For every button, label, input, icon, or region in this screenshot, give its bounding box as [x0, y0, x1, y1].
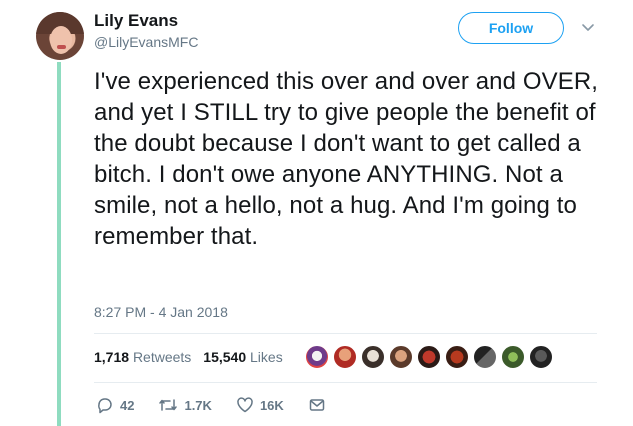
likes-label: Likes: [250, 349, 283, 365]
avatar-face: [50, 26, 72, 54]
likes-stat[interactable]: 15,540 Likes: [203, 349, 282, 365]
liker-avatar[interactable]: [444, 344, 470, 370]
thread-line: [57, 62, 61, 426]
reply-icon: [98, 398, 112, 414]
liker-avatar[interactable]: [528, 344, 554, 370]
avatar-lips: [57, 45, 66, 49]
tweet-timestamp[interactable]: 8:27 PM - 4 Jan 2018: [94, 304, 228, 320]
likes-count: 15,540: [203, 349, 247, 365]
avatar[interactable]: [36, 12, 84, 60]
tweet-text: I've experienced this over and over and …: [94, 68, 599, 250]
retweet-count: 1.7K: [184, 397, 212, 413]
liker-avatar[interactable]: [304, 344, 330, 370]
tweet-actions: 42 1.7K 16K: [96, 396, 356, 414]
retweet-action[interactable]: 1.7K: [158, 396, 212, 414]
display-name[interactable]: Lily Evans: [94, 11, 178, 31]
retweets-label: Retweets: [132, 349, 192, 365]
envelope-icon: [309, 399, 325, 411]
engagement-stats: 1,718 Retweets 15,540 Likes: [94, 349, 283, 365]
liker-avatar[interactable]: [500, 344, 526, 370]
liker-avatar[interactable]: [472, 344, 498, 370]
divider: [94, 382, 597, 383]
follow-button[interactable]: Follow: [458, 12, 564, 44]
direct-message-action[interactable]: [308, 396, 332, 414]
retweet-icon: [159, 399, 178, 411]
divider: [94, 333, 597, 334]
liker-avatar[interactable]: [332, 344, 358, 370]
chevron-down-icon[interactable]: [580, 20, 596, 36]
liker-avatar[interactable]: [416, 344, 442, 370]
heart-icon: [237, 397, 253, 413]
reply-action[interactable]: 42: [96, 396, 134, 414]
like-action[interactable]: 16K: [236, 396, 284, 414]
retweets-stat[interactable]: 1,718 Retweets: [94, 349, 191, 365]
retweets-count: 1,718: [94, 349, 130, 365]
reply-count: 42: [120, 397, 135, 413]
liker-avatar[interactable]: [388, 344, 414, 370]
liker-avatars: [304, 344, 556, 370]
like-count: 16K: [259, 397, 284, 413]
user-handle[interactable]: @LilyEvansMFC: [94, 34, 198, 50]
liker-avatar[interactable]: [360, 344, 386, 370]
